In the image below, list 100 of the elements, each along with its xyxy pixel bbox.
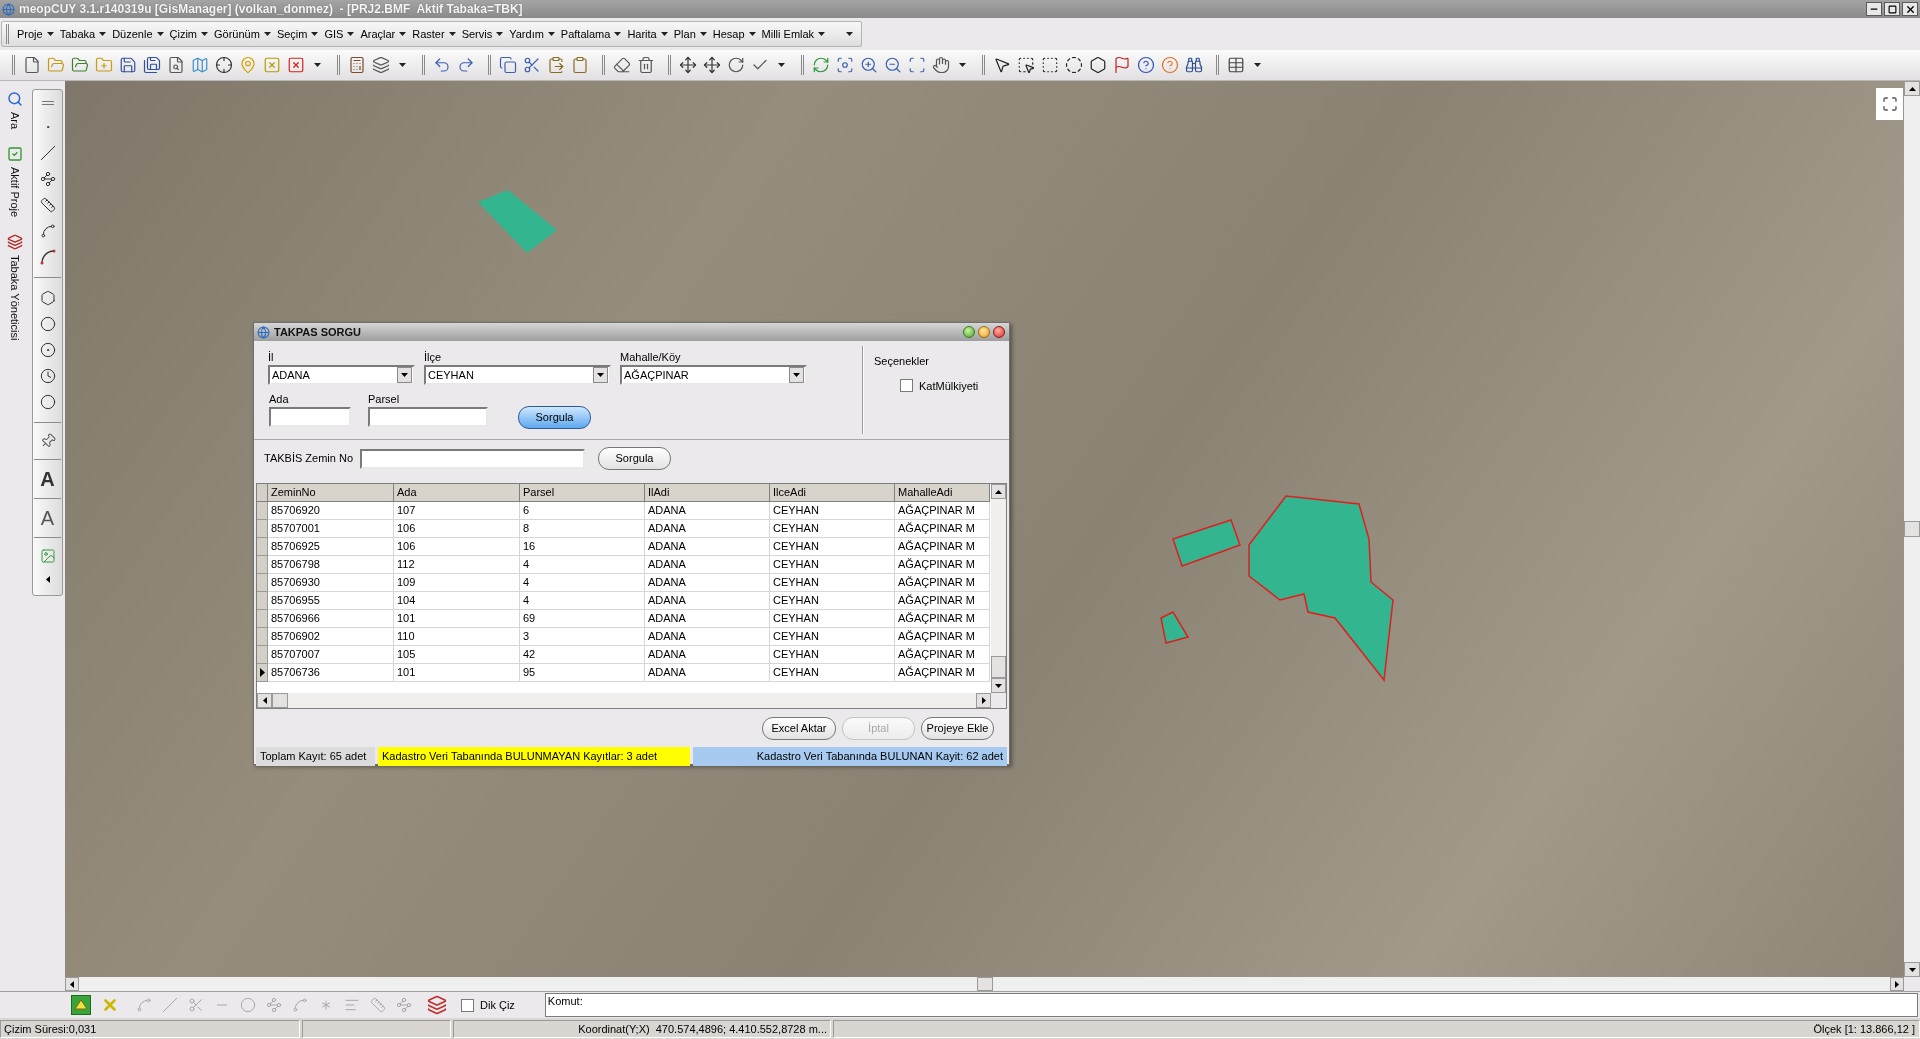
text-tool-button[interactable]: A: [40, 469, 55, 489]
text-tool-button[interactable]: A: [40, 508, 55, 528]
command-field[interactable]: Komut:: [544, 993, 1918, 1017]
circle-icon[interactable]: [39, 394, 56, 410]
select-box-icon[interactable]: [1017, 56, 1035, 74]
caret-icon[interactable]: [399, 63, 406, 67]
input-field[interactable]: [269, 407, 351, 427]
side-tab[interactable]: Ara: [7, 91, 23, 130]
grip-icon[interactable]: [1216, 55, 1220, 75]
measure-line-icon[interactable]: [39, 197, 56, 213]
fullscreen-button[interactable]: [1876, 88, 1903, 120]
input-field[interactable]: [368, 407, 488, 427]
arc-icon[interactable]: [39, 249, 56, 265]
clipboard-paste-icon[interactable]: [547, 56, 565, 74]
help-icon[interactable]: [1137, 56, 1155, 74]
scroll-right-button[interactable]: [1890, 977, 1904, 991]
caret-icon[interactable]: [1254, 63, 1261, 67]
menu-item[interactable]: Düzenle: [109, 25, 167, 43]
scrollbar-thumb[interactable]: [991, 656, 1006, 678]
column-header[interactable]: MahalleAdi: [895, 484, 990, 502]
maximize-button[interactable]: [1884, 2, 1900, 16]
focus-icon[interactable]: [836, 56, 854, 74]
menu-item[interactable]: Proje: [14, 25, 57, 43]
pointer-icon[interactable]: [993, 56, 1011, 74]
undo-icon[interactable]: [433, 56, 451, 74]
menu-item[interactable]: Araçlar: [357, 25, 410, 43]
menu-item[interactable]: Hesap: [709, 25, 759, 43]
binoculars-icon[interactable]: [1185, 56, 1203, 74]
grip-icon[interactable]: [801, 55, 805, 75]
menu-item[interactable]: Plan: [670, 25, 710, 43]
folder-open-icon[interactable]: [71, 56, 89, 74]
grip-icon[interactable]: [602, 55, 606, 75]
eraser-icon[interactable]: [613, 56, 631, 74]
menu-item[interactable]: Harita: [624, 25, 671, 43]
menu-item[interactable]: Yardım: [506, 25, 558, 43]
layers-icon[interactable]: [372, 56, 390, 74]
input-field[interactable]: [360, 448, 585, 469]
caret-icon[interactable]: [818, 32, 826, 36]
scrollbar[interactable]: [991, 484, 1006, 693]
scrollbar-thumb[interactable]: [272, 693, 288, 708]
zoom-in-icon[interactable]: [860, 56, 878, 74]
line-icon[interactable]: [39, 145, 56, 161]
spline-icon[interactable]: [39, 223, 56, 239]
column-header[interactable]: IlAdi: [645, 484, 770, 502]
scrollbar[interactable]: [65, 977, 1904, 991]
hand-icon[interactable]: [932, 56, 950, 74]
menu-item[interactable]: GIS: [321, 25, 358, 43]
dashed-circle-icon[interactable]: [1065, 56, 1083, 74]
menu-item[interactable]: Paftalama: [557, 25, 625, 43]
trash-icon[interactable]: [637, 56, 655, 74]
action-button[interactable]: Excel Aktar: [762, 716, 836, 740]
dropdown[interactable]: AĞAÇPINAR: [620, 365, 807, 385]
redo-icon[interactable]: [457, 56, 475, 74]
grip-icon[interactable]: [41, 101, 54, 105]
menu-item[interactable]: Görünüm: [211, 25, 274, 43]
circle-icon[interactable]: [39, 316, 56, 332]
caret-icon[interactable]: [263, 32, 271, 36]
file-search-icon[interactable]: [167, 56, 185, 74]
caret-icon[interactable]: [959, 63, 966, 67]
close-button[interactable]: [1902, 2, 1918, 16]
query-button[interactable]: Sorgula: [598, 447, 671, 470]
copy-icon[interactable]: [499, 56, 517, 74]
menu-item[interactable]: Çizim: [166, 25, 212, 43]
caret-icon[interactable]: [448, 32, 456, 36]
crosshair-icon[interactable]: [215, 56, 233, 74]
row-header[interactable]: [257, 664, 268, 682]
caret-icon[interactable]: [99, 32, 107, 36]
minimize-button[interactable]: [1866, 2, 1882, 16]
grip-icon[interactable]: [337, 55, 341, 75]
scroll-up-button[interactable]: [1904, 81, 1920, 96]
move-icon[interactable]: [703, 56, 721, 74]
square-x-icon[interactable]: [287, 56, 305, 74]
checkbox-label[interactable]: Dik Çiz: [480, 996, 515, 1014]
caret-icon[interactable]: [614, 32, 622, 36]
scrollbar[interactable]: [1904, 81, 1920, 977]
polyline-icon[interactable]: [39, 171, 56, 187]
scrollbar-thumb[interactable]: [976, 977, 993, 991]
hexagon-icon[interactable]: [1089, 56, 1107, 74]
grip-icon[interactable]: [12, 55, 16, 75]
scissors-icon[interactable]: [523, 56, 541, 74]
scroll-up-button[interactable]: [991, 484, 1006, 499]
zoom-out-icon[interactable]: [884, 56, 902, 74]
dropdown[interactable]: ADANA: [268, 365, 415, 385]
caret-icon[interactable]: [846, 32, 853, 36]
menu-item[interactable]: Servis: [458, 25, 507, 43]
caret-icon[interactable]: [547, 32, 555, 36]
column-header[interactable]: Ada: [394, 484, 520, 502]
file-icon[interactable]: [23, 56, 41, 74]
scrollbar[interactable]: [257, 693, 991, 708]
grip-icon[interactable]: [422, 55, 426, 75]
grip-icon[interactable]: [982, 55, 986, 75]
menu-item[interactable]: Tabaka: [56, 25, 110, 43]
menu-item[interactable]: Raster: [409, 25, 459, 43]
circle-dot-icon[interactable]: [39, 342, 56, 358]
move-icon[interactable]: [679, 56, 697, 74]
caret-icon[interactable]: [699, 32, 707, 36]
column-header[interactable]: ZeminNo: [268, 484, 394, 502]
column-header[interactable]: Parsel: [520, 484, 645, 502]
scrollbar-thumb[interactable]: [1904, 521, 1920, 537]
caret-icon[interactable]: [399, 32, 407, 36]
